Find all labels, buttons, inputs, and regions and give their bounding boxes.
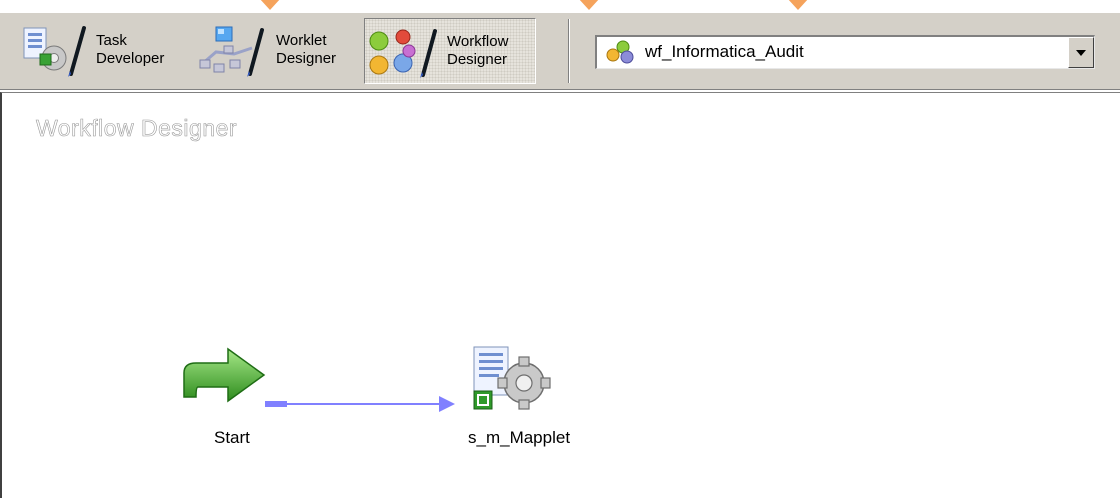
workflow-designer-button[interactable]: Workflow Designer — [364, 18, 536, 84]
start-arrow-icon — [183, 347, 266, 403]
workflow-canvas[interactable]: Workflow Designer Start s_m_Mapplet — [0, 92, 1120, 498]
start-node-label: Start — [214, 428, 250, 447]
canvas-title: Workflow Designer — [36, 115, 238, 142]
workflow-icon — [606, 40, 634, 64]
workflow-select-value: wf_Informatica_Audit — [645, 42, 804, 61]
workflow-select[interactable]: wf_Informatica_Audit — [595, 35, 1095, 69]
worklet-designer-icon — [199, 26, 264, 77]
task-developer-icon — [23, 26, 86, 77]
task-developer-button[interactable]: Task Developer — [20, 18, 182, 84]
decor-shape — [567, 0, 611, 10]
chevron-down-icon[interactable] — [1068, 37, 1094, 68]
decor-shape — [248, 0, 292, 10]
start-node[interactable] — [180, 343, 270, 403]
session-node-label: s_m_Mapplet — [468, 428, 571, 447]
worklet-designer-button[interactable]: Worklet Designer — [194, 18, 362, 84]
toolbar-separator — [568, 19, 570, 83]
session-node[interactable] — [468, 343, 558, 415]
worklet-designer-label: Worklet Designer — [276, 32, 337, 67]
session-gear-icon — [473, 346, 551, 410]
workflow-link[interactable] — [257, 393, 457, 417]
workflow-designer-label: Workflow Designer — [447, 33, 509, 68]
task-developer-label: Task Developer — [96, 32, 165, 67]
decor-shape — [776, 0, 820, 10]
top-decoration — [0, 0, 1120, 12]
designer-toolbar: Task Developer Worklet Designer Workflow — [0, 12, 1120, 90]
workflow-designer-icon — [369, 29, 437, 78]
